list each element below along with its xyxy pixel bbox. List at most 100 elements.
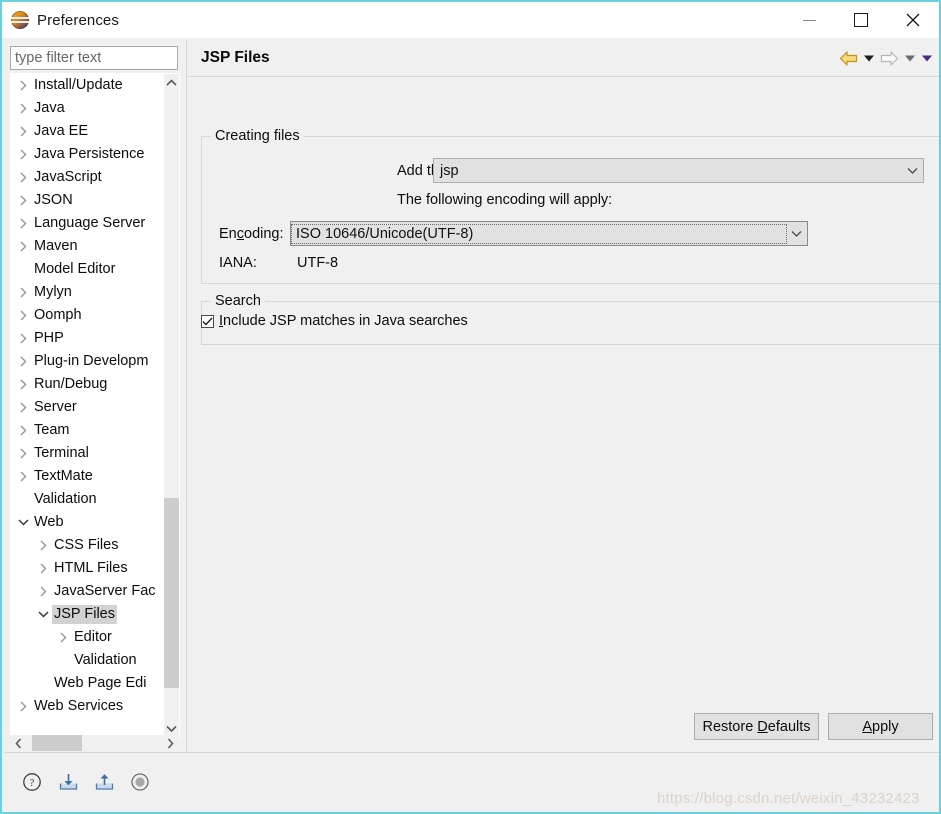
sidebar-item-html-files[interactable]: HTML Files xyxy=(11,557,163,580)
import-icon[interactable] xyxy=(56,770,80,794)
suffix-combo[interactable]: jsp xyxy=(433,158,924,183)
page-header: JSP Files xyxy=(187,40,939,76)
chevron-right-icon[interactable] xyxy=(35,540,52,551)
sidebar-item-json[interactable]: JSON xyxy=(11,189,163,212)
chevron-right-icon[interactable] xyxy=(15,471,32,482)
sidebar-item-label: Plug-in Developm xyxy=(34,353,149,369)
chevron-right-icon[interactable] xyxy=(15,356,32,367)
chevron-down-icon[interactable] xyxy=(15,518,32,527)
scroll-thumb-vertical[interactable] xyxy=(164,498,179,688)
sidebar-item-php[interactable]: PHP xyxy=(11,327,163,350)
chevron-right-icon[interactable] xyxy=(15,172,32,183)
sidebar-item-oomph[interactable]: Oomph xyxy=(11,304,163,327)
maximize-icon xyxy=(854,13,868,27)
apply-button[interactable]: Apply xyxy=(828,713,933,740)
chevron-right-icon[interactable] xyxy=(15,448,32,459)
sidebar-item-javascript[interactable]: JavaScript xyxy=(11,166,163,189)
chevron-right-icon[interactable] xyxy=(15,126,32,137)
sidebar-item-editor[interactable]: Editor xyxy=(11,626,163,649)
sidebar-item-language-server[interactable]: Language Server xyxy=(11,212,163,235)
chevron-right-icon[interactable] xyxy=(35,563,52,574)
forward-button[interactable] xyxy=(878,47,900,69)
minimize-icon xyxy=(802,19,816,21)
chevron-down-icon xyxy=(166,725,177,732)
chevron-right-icon[interactable] xyxy=(15,103,32,114)
export-icon[interactable] xyxy=(92,770,116,794)
chevron-right-icon[interactable] xyxy=(55,632,72,643)
scroll-thumb-horizontal[interactable] xyxy=(32,735,82,751)
tree-horizontal-scrollbar[interactable] xyxy=(10,735,178,751)
sidebar-item-model-editor[interactable]: Model Editor xyxy=(11,258,163,281)
chevron-right-icon[interactable] xyxy=(15,149,32,160)
chevron-left-icon xyxy=(14,737,21,749)
chevron-right-icon[interactable] xyxy=(15,287,32,298)
chevron-right-icon[interactable] xyxy=(15,333,32,344)
back-history-menu-button[interactable] xyxy=(861,47,876,69)
sidebar-item-server[interactable]: Server xyxy=(11,396,163,419)
sidebar-item-mylyn[interactable]: Mylyn xyxy=(11,281,163,304)
creating-files-group-label: Creating files xyxy=(211,128,304,144)
sidebar-item-install-update[interactable]: Install/Update xyxy=(11,74,163,97)
sidebar-item-java-persistence[interactable]: Java Persistence xyxy=(11,143,163,166)
chevron-right-icon[interactable] xyxy=(15,241,32,252)
chevron-right-icon[interactable] xyxy=(15,701,32,712)
sidebar-item-label: JavaServer Fac xyxy=(54,583,156,599)
sidebar-item-label: HTML Files xyxy=(54,560,128,576)
scroll-right-button[interactable] xyxy=(162,735,178,751)
caret-down-icon xyxy=(863,55,874,61)
sidebar-item-web-page-edi[interactable]: Web Page Edi xyxy=(11,672,163,695)
restore-defaults-button[interactable]: Restore Defaults xyxy=(694,713,819,740)
sidebar-item-web[interactable]: Web xyxy=(11,511,163,534)
sidebar-item-web-services[interactable]: Web Services xyxy=(11,695,163,718)
encoding-combo[interactable]: ISO 10646/Unicode(UTF-8) xyxy=(290,221,808,246)
maximize-button[interactable] xyxy=(835,2,887,38)
scroll-left-button[interactable] xyxy=(10,735,26,751)
sidebar-item-label: Team xyxy=(34,422,70,438)
sidebar-item-validation[interactable]: Validation xyxy=(11,649,163,672)
sidebar-item-css-files[interactable]: CSS Files xyxy=(11,534,163,557)
tree-item-list: Install/Update Java Java EE Java Persistenc… xyxy=(11,74,163,718)
sidebar-item-maven[interactable]: Maven xyxy=(11,235,163,258)
chevron-right-icon xyxy=(167,737,174,749)
chevron-right-icon[interactable] xyxy=(15,195,32,206)
sidebar-item-terminal[interactable]: Terminal xyxy=(11,442,163,465)
sidebar-item-team[interactable]: Team xyxy=(11,419,163,442)
sidebar-item-label: JSON xyxy=(34,192,73,208)
chevron-right-icon[interactable] xyxy=(15,218,32,229)
sidebar-item-jsp-files[interactable]: JSP Files xyxy=(11,603,163,626)
chevron-right-icon[interactable] xyxy=(15,402,32,413)
chevron-right-icon[interactable] xyxy=(15,379,32,390)
sidebar-item-label: CSS Files xyxy=(54,537,119,553)
tree-vertical-scrollbar[interactable] xyxy=(164,74,179,736)
back-button[interactable] xyxy=(837,47,859,69)
sidebar-item-label: Maven xyxy=(34,238,78,254)
help-icon[interactable]: ? xyxy=(20,770,44,794)
header-divider xyxy=(187,76,939,77)
include-jsp-matches-checkbox[interactable] xyxy=(201,314,214,328)
sidebar-item-textmate[interactable]: TextMate xyxy=(11,465,163,488)
sidebar-item-java-ee[interactable]: Java EE xyxy=(11,120,163,143)
sidebar-item-label: Validation xyxy=(74,652,137,668)
sidebar-item-javaserver-fac[interactable]: JavaServer Fac xyxy=(11,580,163,603)
chevron-right-icon[interactable] xyxy=(15,425,32,436)
chevron-right-icon[interactable] xyxy=(35,586,52,597)
sidebar-item-plug-in-developm[interactable]: Plug-in Developm xyxy=(11,350,163,373)
scroll-up-button[interactable] xyxy=(164,74,179,90)
encoding-combo-value: ISO 10646/Unicode(UTF-8) xyxy=(291,223,787,244)
include-jsp-matches-checkbox-row[interactable]: Include JSP matches in Java searches xyxy=(201,313,468,329)
view-menu-button[interactable] xyxy=(919,47,934,69)
chevron-down-icon[interactable] xyxy=(35,610,52,619)
chevron-right-icon[interactable] xyxy=(15,310,32,321)
chevron-down-icon xyxy=(901,167,923,174)
sidebar-item-validation[interactable]: Validation xyxy=(11,488,163,511)
scroll-down-button[interactable] xyxy=(164,720,179,736)
minimize-button[interactable] xyxy=(783,2,835,38)
chevron-right-icon[interactable] xyxy=(15,80,32,91)
sidebar-item-java[interactable]: Java xyxy=(11,97,163,120)
search-input[interactable] xyxy=(10,46,178,70)
iana-value: UTF-8 xyxy=(297,255,339,271)
sidebar-item-run-debug[interactable]: Run/Debug xyxy=(11,373,163,396)
forward-history-menu-button[interactable] xyxy=(902,47,917,69)
oomph-recorder-icon[interactable] xyxy=(128,770,152,794)
close-button[interactable] xyxy=(887,2,939,38)
